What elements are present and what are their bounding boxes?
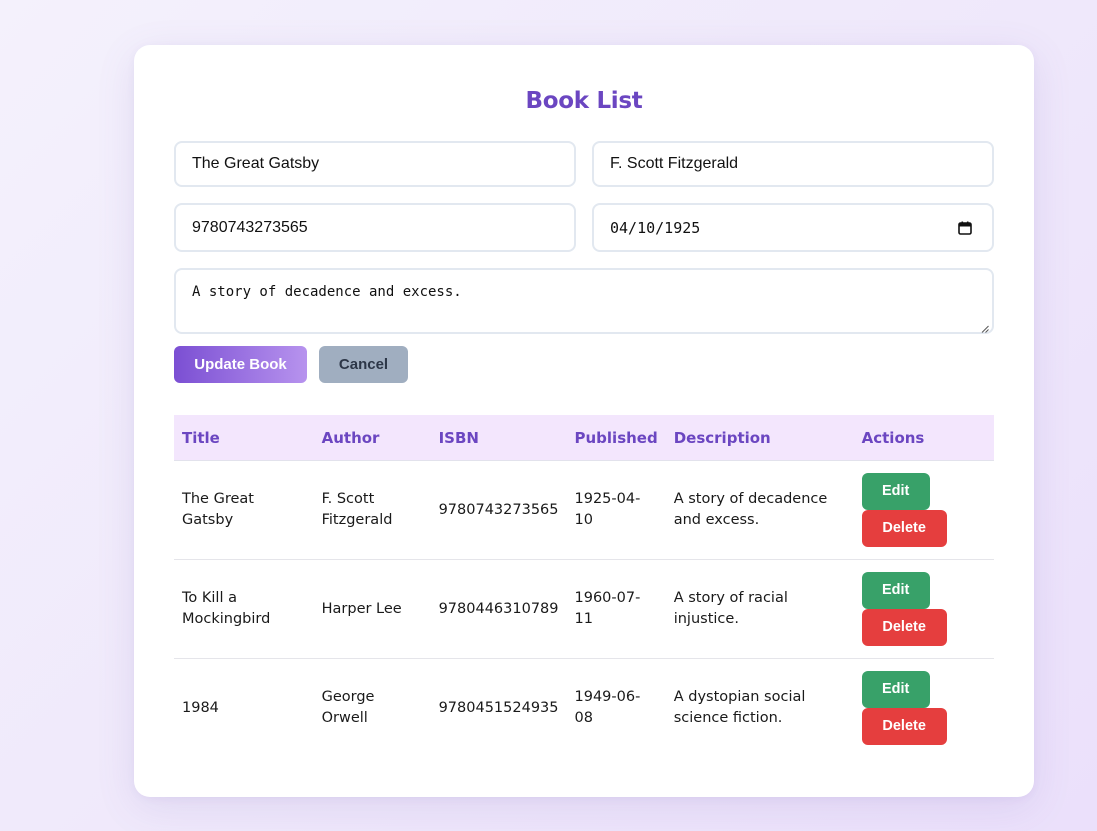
cell-published: 1925-04-10 <box>566 460 666 560</box>
description-textarea[interactable]: A story of decadence and excess. <box>174 268 994 334</box>
cell-author: George Orwell <box>321 689 375 726</box>
cell-actions: Edit Delete <box>854 659 994 758</box>
cell-isbn: 9780446310789 <box>430 559 567 659</box>
description-textarea-value: A story of decadence and excess. <box>192 284 462 300</box>
book-list-card: Book List The Great Gatsby F. Scott Fitz… <box>134 45 1034 797</box>
delete-button[interactable]: Delete <box>861 510 947 547</box>
cell-published: 1949-06-08 <box>574 689 641 726</box>
cell-title: The Great Gatsby <box>174 460 314 560</box>
title-input[interactable]: The Great Gatsby <box>174 141 576 187</box>
isbn-input[interactable]: 9780743273565 <box>174 203 576 252</box>
author-input[interactable]: F. Scott Fitzgerald <box>592 141 994 187</box>
header-title: Title <box>174 415 314 461</box>
calendar-icon[interactable] <box>958 221 972 235</box>
cell-description: A story of decadence and excess. <box>665 460 854 560</box>
header-description: Description <box>665 415 854 461</box>
header-actions: Actions <box>853 415 994 461</box>
header-published: Published <box>566 415 666 461</box>
cell-actions: Edit Delete <box>853 460 994 560</box>
cell-author: F. Scott Fitzgerald <box>313 460 431 560</box>
cell-actions: Edit Delete <box>853 559 994 659</box>
isbn-input-value: 9780743273565 <box>192 218 308 236</box>
table-row: The Great Gatsby F. Scott Fitzgerald 978… <box>174 460 994 560</box>
cell-published: 1960-07-11 <box>566 559 666 659</box>
cell-description: A story of racial injustice. <box>665 559 854 659</box>
edit-button[interactable]: Edit <box>861 572 930 609</box>
cell-title: 1984 <box>182 699 219 716</box>
page-title: Book List <box>525 88 643 114</box>
table-row: 1984 George Orwell 9780451524935 1949-06… <box>174 659 994 758</box>
cell-isbn: 9780743273565 <box>430 460 567 560</box>
published-date-input[interactable]: 04/10/1925 <box>592 203 994 252</box>
author-input-value: F. Scott Fitzgerald <box>610 155 739 172</box>
delete-button[interactable]: Delete <box>861 708 947 745</box>
published-date-value: 04/10/1925 <box>610 218 701 237</box>
title-input-value: The Great Gatsby <box>192 155 320 172</box>
books-table: Title Author ISBN Published Description … <box>174 415 994 757</box>
update-book-button[interactable]: Update Book <box>174 346 307 383</box>
edit-button[interactable]: Edit <box>861 473 930 510</box>
table-row: To Kill a Mockingbird Harper Lee 9780446… <box>174 559 994 659</box>
cell-author: Harper Lee <box>313 559 431 659</box>
cancel-button[interactable]: Cancel <box>319 346 408 383</box>
edit-button[interactable]: Edit <box>861 671 930 708</box>
header-author: Author <box>313 415 431 461</box>
cell-isbn: 9780451524935 <box>438 699 559 716</box>
resize-handle-icon[interactable] <box>981 321 989 333</box>
table-header-row: Title Author ISBN Published Description … <box>174 415 994 461</box>
header-isbn: ISBN <box>430 415 567 461</box>
cell-description: A dystopian social science fiction. <box>673 689 806 726</box>
cell-title: To Kill a Mockingbird <box>174 559 314 659</box>
delete-button[interactable]: Delete <box>861 609 947 646</box>
